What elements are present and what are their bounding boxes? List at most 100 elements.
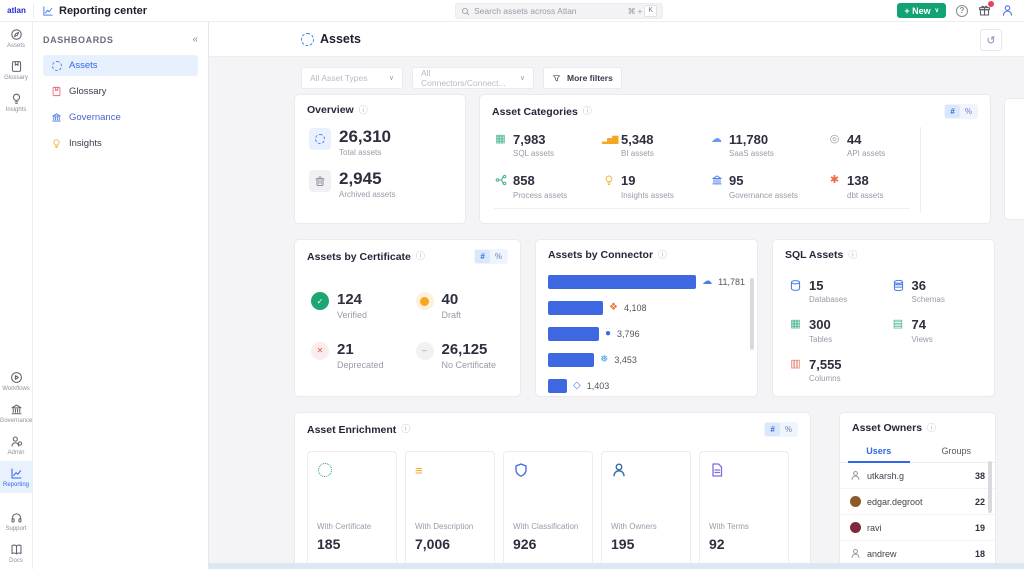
dashed-circle-icon [309,128,331,150]
info-icon[interactable]: ⓘ [583,107,592,116]
api-assets-stat: ◎ 44 API assets [829,132,886,159]
search-input[interactable] [474,6,624,16]
tables-stat: ▦ 300 Tables [790,317,833,344]
connector-bar [548,379,567,393]
funnel-icon [552,74,561,83]
card-title: SQL Assets [785,249,844,261]
connectors-dropdown[interactable]: All Connectors/Connect... ∨ [412,67,534,89]
main-content: Assets ↺ All Asset Types ∨ All Connector… [209,22,1024,569]
compass-icon [10,28,23,41]
help-icon[interactable]: ? [956,4,968,17]
vertical-scrollbar[interactable] [988,461,992,513]
more-filters-button[interactable]: More filters [543,67,622,89]
gift-icon[interactable] [978,1,994,17]
rail-item-reporting[interactable]: Reporting [0,461,32,493]
avatar [850,496,861,507]
number-toggle[interactable]: # [475,250,490,263]
chevron-down-icon: ∨ [519,75,525,82]
percent-toggle[interactable]: % [490,250,507,263]
sidebar-item-insights[interactable]: Insights [43,133,198,154]
info-icon[interactable]: ⓘ [401,425,410,434]
number-toggle[interactable]: # [765,423,780,436]
rail-item-admin[interactable]: Admin [0,429,32,461]
percent-toggle[interactable]: % [960,105,977,118]
refresh-button[interactable]: ↺ [980,29,1002,51]
sql-assets-stat: ▦ 7,983 SQL assets [495,132,555,159]
info-icon[interactable]: ⓘ [848,250,857,260]
rail-item-support[interactable]: Support [0,505,32,537]
notification-badge [988,1,994,7]
with-classification-tile: With Classification 926 [503,451,593,569]
filter-bar: All Asset Types ∨ All Connectors/Connect… [209,57,1024,89]
connector-bar [548,301,603,315]
new-button[interactable]: + New ∨ [897,3,946,18]
avatar [850,522,861,533]
person-icon [850,548,861,559]
collapse-sidebar-icon[interactable]: « [192,34,198,45]
owner-row[interactable]: ravi 19 [840,515,995,541]
info-icon[interactable]: ⓘ [658,250,667,260]
play-circle-icon [10,371,23,384]
horizontal-scrollbar[interactable] [209,563,1024,569]
sidebar-item-governance[interactable]: Governance [43,107,198,128]
rail-item-assets[interactable]: Assets [0,22,32,54]
percent-toggle[interactable]: % [780,423,797,436]
asset-owners-card: Asset Owners ⓘ Users Groups utkarsh.g 38… [839,412,996,569]
info-icon[interactable]: ⓘ [927,423,936,433]
connector-bar [548,327,599,341]
cloud-connector-icon: ☁ [702,276,713,287]
views-stat: ▤ 74 Views [892,317,933,344]
snowflake-connector-icon: ❅ [600,354,609,365]
keycap-k: K [644,5,657,17]
tab-groups[interactable]: Groups [918,442,996,462]
asset-types-dropdown[interactable]: All Asset Types ∨ [301,67,403,89]
card-title: Asset Categories [492,105,578,118]
connector-row: ❅ 3,453 [548,353,745,367]
rail-item-glossary[interactable]: Glossary [0,54,32,86]
number-percent-toggle: # % [764,422,798,437]
asset-enrichment-card: Asset Enrichment ⓘ # % With Certificate … [294,412,811,569]
owner-row[interactable]: utkarsh.g 38 [840,463,995,489]
bank-icon [710,174,723,190]
user-avatar-icon[interactable] [1001,4,1014,17]
assets-by-certificate-card: Assets by Certificate ⓘ # % ✓ 124 Verifie… [294,239,521,397]
table-grid-icon: ▦ [495,133,506,145]
connector-row: ❖ 4,108 [548,301,745,315]
file-icon [709,462,725,478]
rail-item-docs[interactable]: Docs [0,537,32,569]
check-circle-icon: ✓ [311,292,329,310]
sidebar-header: DASHBOARDS [43,34,114,45]
assets-by-connector-card: Assets by Connector ⓘ ☁ 11,781 ❖ 4,108 ●… [535,239,758,397]
sidebar-item-assets[interactable]: Assets [43,55,198,76]
blue-circle-connector-icon: ● [605,328,612,339]
api-icon: ◎ [829,133,840,145]
app-title: Reporting center [42,5,147,17]
info-icon[interactable]: ⓘ [359,105,368,115]
deprecated-stat: ✕ 21 Deprecated [311,341,416,370]
tab-users[interactable]: Users [840,442,918,463]
rail-item-workflows[interactable]: Workflows [0,365,32,397]
info-icon[interactable]: ⓘ [416,252,425,261]
bulb-icon [10,92,23,105]
sidebar-item-glossary[interactable]: Glossary [43,81,198,102]
dashed-circle-icon [301,32,314,46]
rail-item-insights[interactable]: Insights [0,86,32,118]
number-toggle[interactable]: # [945,105,960,118]
databases-stat: 15 Databases [789,278,892,304]
trash-icon [309,169,331,192]
vertical-scrollbar[interactable] [750,278,754,350]
connector-bar-chart: ☁ 11,781 ❖ 4,108 ● 3,796 ❅ 3,453 ◇ 1,403 [536,267,757,396]
number-percent-toggle: # % [474,249,508,264]
page-header: Assets ↺ [209,22,1024,57]
global-search[interactable]: ⌘+ K [455,3,663,19]
minus-circle-icon: – [415,341,434,360]
connector-row: ☁ 11,781 [548,275,745,289]
with-terms-tile: With Terms 92 [699,451,789,569]
rail-item-governance[interactable]: Governance [0,397,32,429]
owner-row[interactable]: edgar.degroot 22 [840,489,995,515]
bank-icon [10,403,23,416]
shield-icon [513,462,529,478]
schemas-stat: 36 Schemas [892,278,995,304]
connector-bar [548,353,594,367]
governance-assets-stat: 95 Governance assets [710,173,828,200]
